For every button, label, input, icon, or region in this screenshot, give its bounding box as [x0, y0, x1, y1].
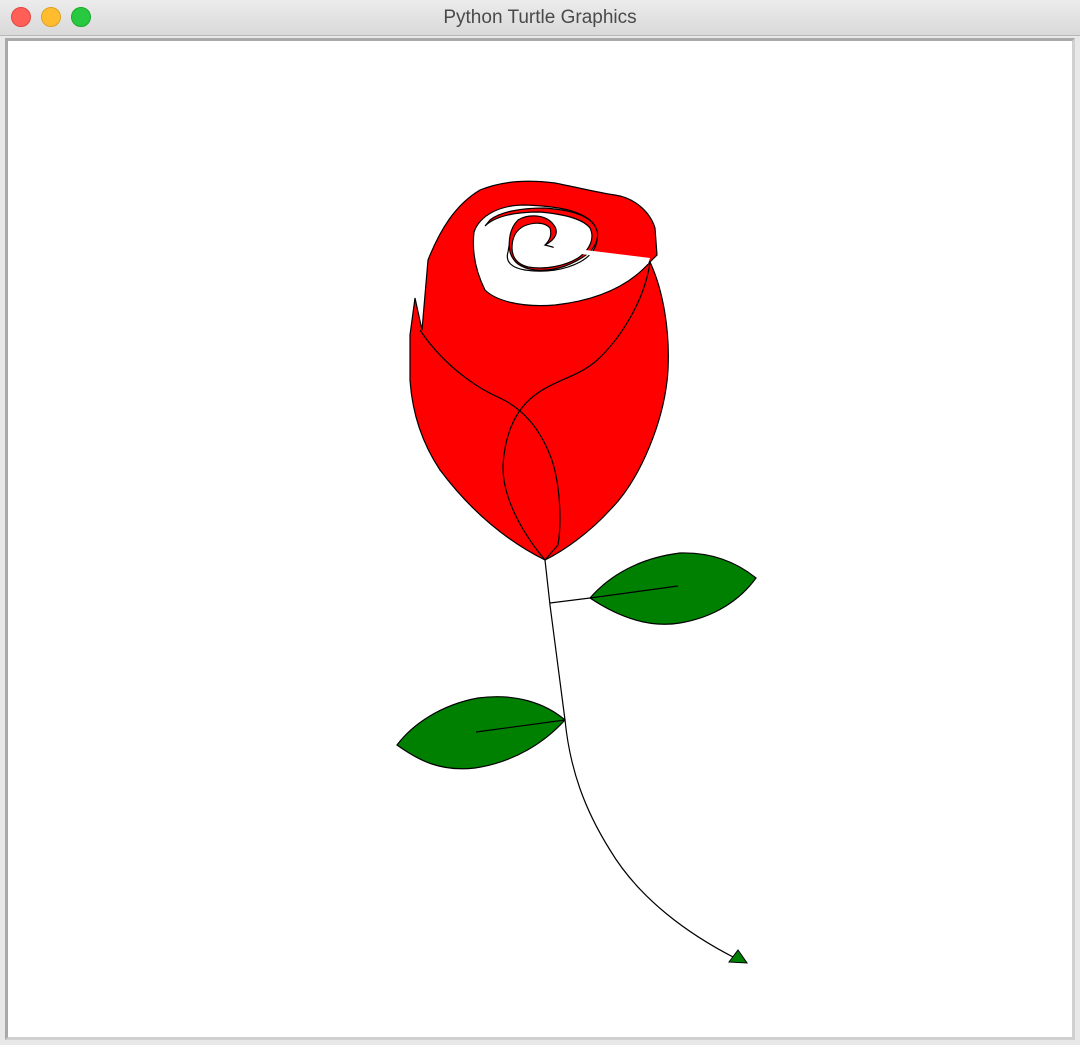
upper-leaf-blade	[589, 552, 757, 625]
title-bar[interactable]: Python Turtle Graphics	[0, 0, 1080, 36]
turtle-canvas[interactable]	[8, 41, 1072, 1037]
turtle-window: Python Turtle Graphics	[0, 0, 1080, 1045]
upper-leaf	[589, 552, 757, 625]
canvas-frame	[5, 38, 1075, 1040]
lower-leaf-blade	[396, 696, 566, 770]
rose-bloom	[409, 180, 669, 561]
upper-leaf-stalk	[549, 597, 591, 604]
window-title: Python Turtle Graphics	[443, 7, 637, 28]
lower-leaf	[396, 696, 566, 770]
rose-drawing	[396, 180, 757, 964]
